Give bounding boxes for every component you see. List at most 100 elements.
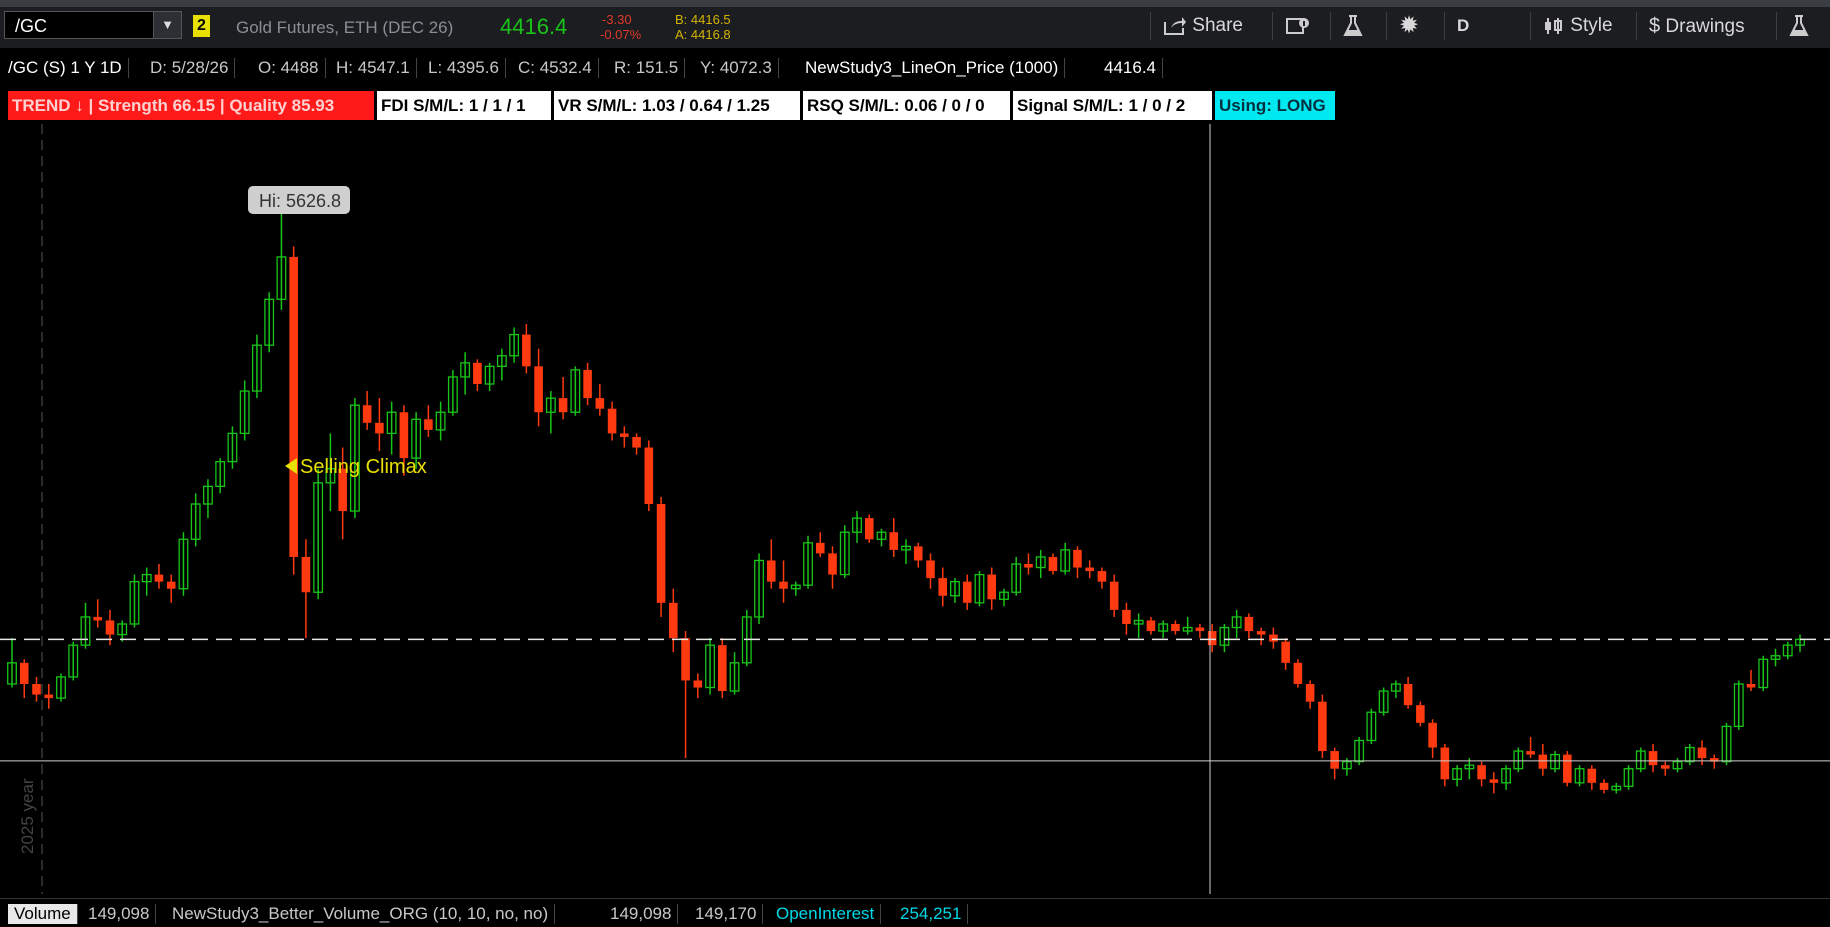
candle-body	[681, 638, 690, 681]
candle-body	[620, 433, 629, 437]
candle-body	[1489, 779, 1499, 783]
link-group-badge[interactable]: 2	[193, 15, 210, 37]
volume-study-name[interactable]: NewStudy3_Better_Volume_ORG (10, 10, no,…	[172, 904, 556, 924]
share-button[interactable]: Share	[1150, 12, 1270, 40]
fundamentals-button[interactable]	[1272, 12, 1330, 40]
candle-body	[656, 504, 666, 603]
candle-body	[1244, 616, 1254, 632]
candle-body	[938, 578, 948, 596]
candle-body	[1440, 747, 1450, 780]
bar-open: O: 4488	[258, 58, 326, 78]
studies-button[interactable]	[1330, 12, 1386, 40]
candle-body	[424, 419, 433, 430]
bar-date: D: 5/28/26	[150, 58, 236, 78]
using-label: Using: LONG	[1215, 91, 1335, 120]
candle-body	[828, 553, 837, 575]
ask-price: A: 4416.8	[675, 27, 731, 42]
candle-body	[1269, 634, 1278, 642]
candle-body	[301, 556, 311, 593]
flask-icon	[1343, 14, 1363, 36]
candle-body	[926, 560, 935, 579]
symbol-description: Gold Futures, ETH (DEC 26)	[236, 18, 454, 37]
candle-body	[1293, 662, 1303, 684]
rsq-label: RSQ S/M/L: 0.06 / 0 / 0	[803, 91, 1010, 120]
style-label: Style	[1570, 15, 1613, 36]
flask-icon	[1789, 14, 1809, 36]
candle-body	[558, 398, 568, 413]
candle-body	[1587, 768, 1597, 783]
symbol-dropdown-button[interactable]: ▼	[153, 11, 182, 39]
candle-body	[1599, 782, 1609, 790]
candle-body	[166, 581, 176, 589]
candle-body	[815, 542, 825, 554]
candle-body	[1281, 641, 1290, 663]
candle-body	[1073, 549, 1082, 568]
volume-study-value-2: 149,170	[695, 904, 764, 924]
open-interest-value: 254,251	[900, 904, 969, 924]
trend-label: TREND ↓ | Strength 66.15 | Quality 85.93	[8, 91, 374, 120]
bar-range: R: 151.5	[614, 58, 686, 78]
high-bubble: Hi: 5626.8	[248, 186, 350, 214]
bar-high: H: 4547.1	[336, 58, 417, 78]
candle-body	[289, 256, 298, 557]
candle-body	[105, 620, 115, 635]
year-label: 2025 year	[18, 778, 37, 854]
candle-body	[1256, 631, 1266, 635]
bar-y: Y: 4072.3	[700, 58, 779, 78]
candle-body	[93, 616, 103, 621]
gear-icon: ✹	[1399, 12, 1420, 39]
candle-body	[962, 581, 972, 603]
candle-body	[632, 436, 641, 448]
candle-body	[779, 581, 788, 589]
candle-body	[44, 694, 54, 699]
candle-body	[669, 602, 678, 639]
candle-body	[767, 560, 776, 582]
volume-label[interactable]: Volume	[8, 904, 78, 924]
candle-body	[1538, 754, 1548, 769]
selling-climax-label: Selling Climax	[300, 456, 427, 478]
share-label: Share	[1192, 15, 1243, 36]
study-name[interactable]: NewStudy3_LineOn_Price (1000)	[805, 58, 1066, 78]
drawings-button[interactable]: $ Drawings	[1636, 12, 1776, 40]
candles-icon	[1543, 15, 1565, 36]
candle-body	[534, 366, 543, 413]
change-absolute: -3.30	[602, 12, 632, 27]
candle-body	[889, 532, 899, 550]
candle-body	[1403, 684, 1413, 706]
candle-body	[1048, 556, 1058, 572]
aggregation-button[interactable]: D	[1444, 12, 1506, 40]
candle-body	[864, 518, 874, 540]
candle-body	[1746, 684, 1756, 688]
candle-body	[644, 447, 654, 504]
open-interest-label[interactable]: OpenInterest	[776, 904, 882, 924]
bar-close: C: 4532.4	[518, 58, 599, 78]
candle-body	[718, 645, 727, 692]
candle-body	[1305, 684, 1315, 702]
candle-body	[583, 369, 592, 399]
candle-body	[1085, 567, 1094, 572]
candle-body	[913, 546, 923, 561]
candle-body	[154, 574, 164, 582]
candle-body	[1171, 624, 1180, 632]
price-chart[interactable]: 2025 year Hi: 5626.8 Selling Climax	[0, 124, 1830, 894]
settings-button[interactable]: ✹	[1386, 12, 1444, 40]
candle-body	[1428, 722, 1437, 748]
flask-button-2[interactable]	[1776, 12, 1830, 40]
candle-body	[1477, 765, 1486, 780]
chart-id: /GC (S) 1 Y 1D	[8, 58, 129, 78]
bid-price: B: 4416.5	[675, 12, 731, 27]
symbol-input[interactable]: /GC	[4, 11, 154, 39]
chart-header-row: /GC (S) 1 Y 1D D: 5/28/26 O: 4488 H: 454…	[0, 50, 1830, 84]
candle-body	[693, 680, 703, 688]
candle-body	[1416, 705, 1425, 723]
candle-body	[1330, 751, 1339, 769]
drawings-label: Drawings	[1665, 16, 1745, 37]
candle-body	[1109, 581, 1119, 610]
style-button[interactable]: Style	[1530, 12, 1634, 40]
last-price: 4416.4	[500, 14, 568, 39]
candle-body	[1122, 609, 1131, 624]
candles-group	[7, 212, 1805, 794]
candle-body	[32, 684, 41, 695]
high-bubble-text: Hi: 5626.8	[259, 191, 341, 211]
candle-body	[375, 422, 384, 434]
